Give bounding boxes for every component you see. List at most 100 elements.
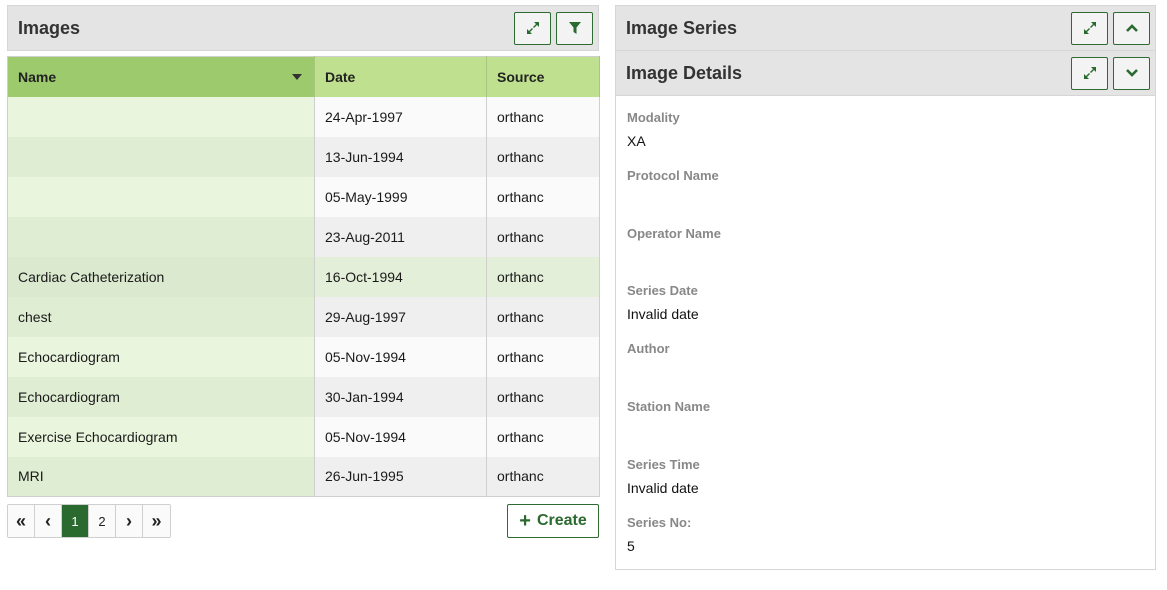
detail-field-value — [627, 422, 710, 438]
detail-field-label: Operator Name — [627, 225, 721, 241]
source-cell: orthanc — [486, 296, 600, 337]
source-cell: orthanc — [486, 136, 600, 177]
series-panel-title: Image Series — [626, 17, 738, 38]
name-cell — [7, 216, 315, 257]
images-panel-header: Images — [7, 5, 599, 51]
table-row[interactable]: Cardiac Catheterization 16-Oct-1994 orthan… — [7, 256, 600, 297]
detail-field-label: Series Date — [627, 283, 698, 299]
source-cell: orthanc — [486, 256, 600, 297]
name-cell — [7, 96, 315, 137]
source-cell: orthanc — [486, 336, 600, 377]
detail-field: Series No: 5 — [627, 515, 691, 554]
plus-icon: + — [519, 510, 531, 532]
detail-field: Series Date Invalid date — [627, 283, 699, 322]
details-expand-down-button[interactable] — [1113, 56, 1150, 90]
date-cell: 13-Jun-1994 — [314, 136, 487, 177]
expand-icon — [1083, 22, 1096, 34]
chevron-up-icon — [1125, 24, 1138, 32]
details-panel-body: Modality XA Protocol Name Operator Name Seri… — [615, 96, 1156, 570]
detail-field-value: Invalid date — [627, 479, 699, 496]
date-cell: 30-Jan-1994 — [314, 376, 487, 417]
detail-field: Station Name — [627, 399, 710, 438]
filter-icon — [568, 22, 581, 34]
table-row[interactable]: chest 29-Aug-1997 orthanc — [7, 296, 600, 337]
table-row[interactable]: Exercise Echocardiogram 05-Nov-1994 orthan… — [7, 416, 600, 457]
create-button-label: Create — [536, 512, 587, 529]
table-row[interactable]: 24-Apr-1997 orthanc — [7, 96, 600, 137]
detail-field: Series Time Invalid date — [627, 457, 700, 496]
date-cell: 24-Apr-1997 — [314, 96, 487, 137]
source-cell: orthanc — [486, 96, 600, 137]
table-header-row: Name Date Source — [7, 56, 600, 97]
chevron-down-icon — [1125, 69, 1138, 77]
page-2-button[interactable]: 2 — [89, 505, 117, 537]
table-row[interactable]: 13-Jun-1994 orthanc — [7, 136, 600, 177]
detail-field-value — [627, 191, 719, 207]
table-row[interactable]: Echocardiogram 30-Jan-1994 orthanc — [7, 376, 600, 417]
detail-field-value: Invalid date — [627, 306, 699, 323]
detail-field: Modality XA — [627, 110, 680, 149]
images-table: Name Date Source 24-Apr-1997 orthanc 13-Ju… — [7, 56, 600, 497]
prev-page-button[interactable]: ‹ — [35, 505, 63, 537]
detail-field-label: Protocol Name — [627, 167, 719, 183]
source-cell: orthanc — [486, 376, 600, 417]
name-cell: MRI — [7, 456, 315, 497]
source-cell: orthanc — [486, 216, 600, 257]
name-cell: Cardiac Catheterization — [7, 256, 315, 297]
column-header-date[interactable]: Date — [314, 56, 487, 97]
last-page-button[interactable]: » — [143, 505, 171, 537]
detail-field-label: Series No: — [627, 514, 692, 530]
images-filter-button[interactable] — [556, 11, 593, 45]
date-cell: 05-Nov-1994 — [314, 416, 487, 457]
column-header-source[interactable]: Source — [486, 56, 600, 97]
detail-field-label: Series Time — [627, 456, 700, 472]
first-page-button[interactable]: « — [8, 505, 36, 537]
table-row[interactable]: 05-May-1999 orthanc — [7, 176, 600, 217]
date-cell: 29-Aug-1997 — [314, 296, 487, 337]
column-header-name[interactable]: Name — [7, 56, 315, 97]
name-cell — [7, 136, 315, 177]
table-row[interactable]: MRI 26-Jun-1995 orthanc — [7, 456, 600, 497]
detail-field-value: XA — [627, 133, 646, 149]
name-cell: Echocardiogram — [7, 336, 315, 377]
page-1-button[interactable]: 1 — [62, 505, 90, 537]
name-cell: chest — [7, 296, 315, 337]
date-cell: 05-Nov-1994 — [314, 336, 487, 377]
expand-icon — [526, 22, 539, 34]
date-cell: 16-Oct-1994 — [314, 256, 487, 297]
detail-field-label: Author — [627, 341, 670, 357]
create-button[interactable]: + Create — [507, 504, 599, 538]
series-panel-header: Image Series — [615, 5, 1156, 51]
detail-field: Operator Name — [627, 226, 721, 265]
details-expand-button[interactable] — [1071, 56, 1108, 90]
details-panel-header: Image Details — [615, 50, 1156, 96]
series-expand-button[interactable] — [1071, 11, 1108, 45]
detail-field-label: Modality — [627, 110, 680, 125]
images-panel-title: Images — [18, 17, 81, 38]
table-row[interactable]: 23-Aug-2011 orthanc — [7, 216, 600, 257]
source-cell: orthanc — [486, 176, 600, 217]
source-cell: orthanc — [486, 416, 600, 457]
source-cell: orthanc — [486, 456, 600, 497]
sort-desc-icon — [292, 74, 302, 80]
table-row[interactable]: Echocardiogram 05-Nov-1994 orthanc — [7, 336, 600, 377]
series-collapse-button[interactable] — [1113, 11, 1150, 45]
detail-field-value: 5 — [627, 537, 635, 554]
pagination: « ‹ 1 2 › » — [7, 504, 172, 538]
detail-field: Protocol Name — [627, 168, 719, 207]
details-panel-title: Image Details — [626, 62, 743, 83]
detail-field-label: Station Name — [627, 399, 711, 414]
name-cell — [7, 176, 315, 217]
name-cell: Exercise Echocardiogram — [7, 416, 315, 457]
date-cell: 05-May-1999 — [314, 176, 487, 217]
detail-field: Author — [627, 341, 670, 380]
name-cell: Echocardiogram — [7, 376, 315, 417]
images-expand-button[interactable] — [514, 11, 551, 45]
next-page-button[interactable]: › — [116, 505, 144, 537]
column-header-name-label: Name — [18, 68, 57, 85]
detail-field-value — [627, 364, 670, 380]
date-cell: 26-Jun-1995 — [314, 456, 487, 497]
detail-field-value — [627, 249, 721, 265]
expand-icon — [1083, 67, 1096, 79]
date-cell: 23-Aug-2011 — [314, 216, 487, 257]
